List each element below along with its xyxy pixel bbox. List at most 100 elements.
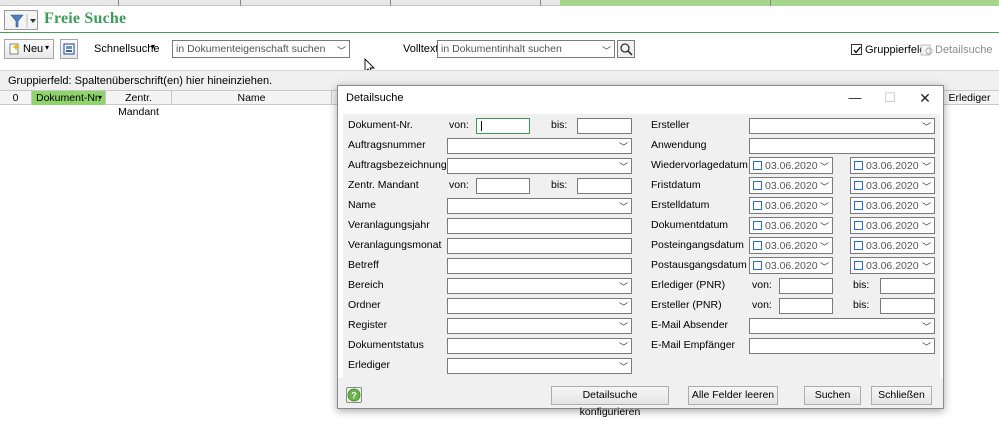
incoming-mail-date-to[interactable]: 03.06.2020 ﹀	[850, 237, 935, 254]
chevron-down-icon[interactable]: ﹀	[337, 44, 346, 57]
date-enable-checkbox[interactable]	[854, 261, 863, 270]
chevron-down-icon: ﹀	[618, 162, 628, 172]
chevron-down-icon: ﹀	[618, 202, 628, 212]
clear-all-fields-button[interactable]: Alle Felder leeren	[688, 386, 778, 405]
chevron-down-icon[interactable]: ﹀	[820, 200, 829, 213]
incoming-mail-date-from[interactable]: 03.06.2020 ﹀	[749, 237, 833, 254]
creation-date-from[interactable]: 03.06.2020 ﹀	[749, 197, 833, 214]
creation-date-to[interactable]: 03.06.2020 ﹀	[850, 197, 935, 214]
chevron-down-icon[interactable]: ﹀	[922, 260, 931, 273]
chevron-down-icon[interactable]: ﹀	[820, 160, 829, 173]
field-label-assessment-year: Veranlagungsjahr	[348, 219, 430, 231]
document-status-select[interactable]: ﹀	[447, 338, 632, 354]
quick-search-menu-icon[interactable]: ▾	[151, 42, 155, 51]
chevron-down-icon[interactable]: ﹀	[820, 180, 829, 193]
chevron-down-icon[interactable]: ﹀	[820, 220, 829, 233]
field-label-assessment-month: Veranlagungsmonat	[348, 239, 442, 251]
order-number-select[interactable]: ﹀	[447, 138, 632, 154]
date-enable-checkbox[interactable]	[753, 221, 762, 230]
subject-input[interactable]	[447, 258, 632, 274]
column-header-name[interactable]: Name	[172, 91, 332, 105]
register-select[interactable]: ﹀	[447, 318, 632, 334]
document-number-from-input[interactable]	[476, 118, 530, 134]
processor-select[interactable]: ﹀	[447, 358, 632, 374]
date-enable-checkbox[interactable]	[753, 181, 762, 190]
column-header-document-number[interactable]: Dokument-Nr. ▾	[32, 91, 106, 105]
sort-arrow-icon: ▾	[97, 93, 102, 102]
email-recipient-select[interactable]: ﹀	[749, 338, 935, 354]
strip-separator	[390, 0, 391, 6]
chevron-down-icon[interactable]: ﹀	[602, 44, 611, 57]
email-sender-select[interactable]: ﹀	[749, 318, 935, 334]
column-header-count[interactable]: 0	[0, 91, 32, 105]
detail-search-button[interactable]: Detailsuche	[920, 42, 992, 58]
outgoing-mail-date-from[interactable]: 03.06.2020 ﹀	[749, 257, 833, 274]
chevron-down-icon[interactable]: ﹀	[922, 160, 931, 173]
fulltext-input[interactable]: in Dokumentinhalt suchen ﹀	[437, 40, 615, 58]
close-icon[interactable]: ✕	[916, 90, 934, 106]
chevron-down-icon: ﹀	[618, 282, 628, 292]
chevron-down-icon[interactable]: ﹀	[922, 200, 931, 213]
close-button[interactable]: Schließen	[871, 386, 932, 405]
column-header-erlediger[interactable]: Erlediger	[940, 91, 999, 105]
resubmission-date-from[interactable]: 03.06.2020 ﹀	[749, 157, 833, 174]
new-button[interactable]: Neu ▾	[4, 39, 54, 59]
quick-search-input[interactable]: in Dokumenteigenschaft suchen ﹀	[172, 40, 350, 58]
chevron-down-icon[interactable]: ﹀	[820, 260, 829, 273]
resubmission-date-to[interactable]: 03.06.2020 ﹀	[850, 157, 935, 174]
mandant-to-input[interactable]	[577, 178, 632, 194]
field-label-subject: Betreff	[348, 259, 379, 271]
date-value: 03.06.2020	[765, 220, 818, 232]
maximize-icon[interactable]: ☐	[881, 90, 899, 106]
name-select[interactable]: ﹀	[447, 198, 632, 214]
chevron-down-icon[interactable]: ﹀	[922, 180, 931, 193]
order-description-select[interactable]: ﹀	[447, 158, 632, 174]
detail-search-label: Detailsuche	[935, 44, 993, 56]
creator-select[interactable]: ﹀	[749, 118, 935, 134]
date-enable-checkbox[interactable]	[854, 161, 863, 170]
field-label-processor-pnr: Erlediger (PNR)	[651, 279, 726, 291]
quick-search-label: Schnellsuche	[94, 43, 160, 55]
scan-button[interactable]	[60, 39, 78, 59]
filter-menu-button[interactable]	[4, 10, 38, 30]
chevron-down-icon: ﹀	[618, 362, 628, 372]
chevron-down-icon[interactable]: ﹀	[922, 240, 931, 253]
date-enable-checkbox[interactable]	[753, 201, 762, 210]
date-enable-checkbox[interactable]	[753, 161, 762, 170]
creator-pnr-from-input[interactable]	[779, 298, 833, 314]
creator-pnr-to-input[interactable]	[880, 298, 935, 314]
date-enable-checkbox[interactable]	[854, 241, 863, 250]
minimize-icon[interactable]: —	[846, 90, 864, 106]
date-enable-checkbox[interactable]	[753, 261, 762, 270]
column-header-mandant[interactable]: Zentr. Mandant	[106, 91, 172, 118]
chevron-down-icon[interactable]: ﹀	[922, 220, 931, 233]
fulltext-search-button[interactable]	[617, 40, 635, 58]
document-number-to-input[interactable]	[577, 118, 632, 134]
assessment-year-input[interactable]	[447, 218, 632, 234]
date-enable-checkbox[interactable]	[854, 221, 863, 230]
field-label-email-recipient: E-Mail Empfänger	[651, 339, 736, 351]
folder-select[interactable]: ﹀	[447, 298, 632, 314]
area-select[interactable]: ﹀	[447, 278, 632, 294]
to-label: bis:	[853, 279, 870, 291]
configure-detail-search-button[interactable]: Detailsuche konfigurieren	[551, 386, 669, 418]
date-enable-checkbox[interactable]	[753, 241, 762, 250]
chevron-down-icon[interactable]: ﹀	[820, 240, 829, 253]
group-field-checkbox[interactable]	[851, 44, 862, 55]
date-enable-checkbox[interactable]	[854, 181, 863, 190]
processor-pnr-to-input[interactable]	[880, 278, 935, 294]
deadline-date-to[interactable]: 03.06.2020 ﹀	[850, 177, 935, 194]
outgoing-mail-date-to[interactable]: 03.06.2020 ﹀	[850, 257, 935, 274]
field-label-creator: Ersteller	[651, 119, 690, 131]
date-enable-checkbox[interactable]	[854, 201, 863, 210]
document-date-from[interactable]: 03.06.2020 ﹀	[749, 217, 833, 234]
mandant-from-input[interactable]	[476, 178, 530, 194]
application-input[interactable]	[749, 138, 935, 154]
document-date-to[interactable]: 03.06.2020 ﹀	[850, 217, 935, 234]
deadline-date-from[interactable]: 03.06.2020 ﹀	[749, 177, 833, 194]
processor-pnr-from-input[interactable]	[779, 278, 833, 294]
help-button[interactable]: ?	[346, 387, 362, 403]
search-button[interactable]: Suchen	[804, 386, 861, 405]
assessment-month-input[interactable]	[447, 238, 632, 254]
to-label: bis:	[551, 179, 568, 191]
